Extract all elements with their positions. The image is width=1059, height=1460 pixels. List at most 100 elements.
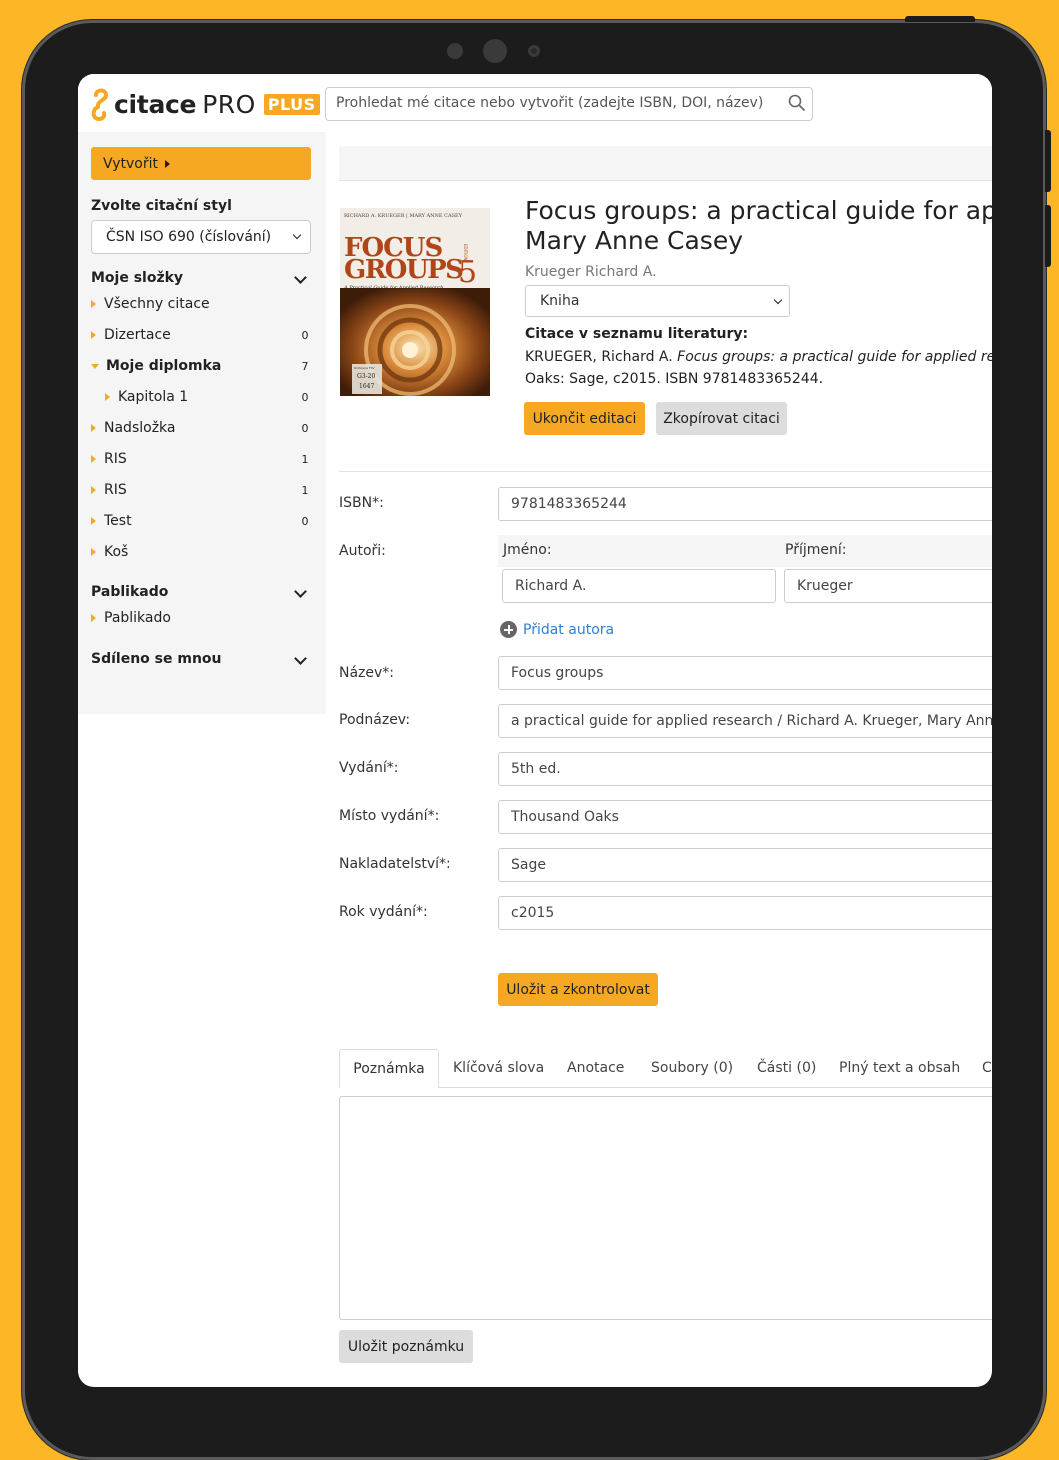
publisher-field[interactable]: Sage — [498, 848, 992, 882]
tab-parts[interactable]: Části (0) — [757, 1049, 816, 1087]
logo-mark-icon — [91, 88, 109, 122]
book-title-line1: Focus groups: a practical guide for appl — [525, 196, 992, 225]
author-last-name-field[interactable]: Krueger — [784, 569, 992, 603]
camera-sensor — [528, 45, 540, 57]
citation-prefix: KRUEGER, Richard A. — [525, 349, 678, 365]
document-type-select[interactable]: Kniha — [525, 285, 790, 317]
cover-edition: 5 — [458, 255, 478, 290]
authors-header: Jméno: Příjmení: — [498, 535, 992, 567]
tab-annotation[interactable]: Anotace — [567, 1049, 624, 1087]
folder-label: Pablikado — [104, 610, 171, 626]
author-first-name-field[interactable]: Richard A. — [502, 569, 776, 603]
chevron-down-icon[interactable] — [294, 652, 307, 665]
search-input[interactable] — [326, 88, 786, 118]
citation-title: Focus groups: a practical guide for appl… — [677, 349, 992, 365]
citation-style-select[interactable]: ČSN ISO 690 (číslování) — [91, 220, 311, 254]
tab-keywords[interactable]: Klíčová slova — [453, 1049, 544, 1087]
note-textarea[interactable] — [339, 1096, 992, 1320]
subtitle-field[interactable]: a practical guide for applied research /… — [498, 704, 992, 738]
camera-dot — [447, 43, 463, 59]
cover-subtitle: A Practical Guide for Applied Research — [344, 285, 444, 291]
book-author: Krueger Richard A. — [525, 264, 657, 280]
chevron-down-icon — [773, 295, 783, 305]
divider — [339, 471, 992, 472]
create-button[interactable]: Vytvořit — [91, 147, 311, 180]
folder-label: Dizertace — [104, 327, 171, 343]
add-circle-icon — [500, 621, 517, 638]
pablikado-item[interactable]: Pablikado — [91, 606, 311, 630]
power-button — [905, 16, 975, 22]
tab-more[interactable]: C — [982, 1049, 992, 1087]
folder-item[interactable]: Nadsložka 0 — [91, 416, 311, 440]
finish-edit-button[interactable]: Ukončit editaci — [524, 402, 645, 435]
tab-files[interactable]: Soubory (0) — [651, 1049, 733, 1087]
folder-expand-icon — [105, 393, 110, 401]
folder-label: RIS — [104, 482, 127, 498]
folder-label: Kapitola 1 — [118, 389, 189, 405]
edition-label: Vydání*: — [339, 760, 399, 776]
title-field[interactable]: Focus groups — [498, 656, 992, 690]
first-name-header: Jméno: — [503, 542, 552, 558]
book-title: Focus groups: a practical guide for appl… — [525, 196, 992, 256]
search-box — [325, 87, 813, 121]
copy-citation-button[interactable]: Zkopírovat citaci — [656, 402, 787, 435]
folder-item-all[interactable]: Všechny citace — [91, 292, 311, 316]
folder-expand-icon — [91, 331, 96, 339]
camera-lens — [483, 39, 507, 63]
folder-count: 0 — [301, 421, 309, 435]
year-field[interactable]: c2015 — [498, 896, 992, 930]
logo[interactable]: citace PRO PLUS — [90, 84, 320, 124]
folder-count: 0 — [301, 514, 309, 528]
folder-item-active[interactable]: Moje diplomka 7 — [91, 354, 311, 378]
folder-expand-icon — [91, 614, 96, 622]
edition-field[interactable]: 5th ed. — [498, 752, 992, 786]
cover-shelf-1: G3-20 — [357, 373, 376, 380]
folder-item[interactable]: RIS 1 — [91, 447, 311, 471]
book-title-line2: Mary Anne Casey — [525, 226, 744, 255]
folder-item[interactable]: RIS 1 — [91, 478, 311, 502]
folder-collapse-icon — [91, 364, 99, 369]
folder-expand-icon — [91, 300, 96, 308]
chevron-down-icon[interactable] — [294, 271, 307, 284]
place-field[interactable]: Thousand Oaks — [498, 800, 992, 834]
folder-item[interactable]: Test 0 — [91, 509, 311, 533]
folder-label: Moje diplomka — [106, 358, 222, 374]
citation-style-value: ČSN ISO 690 (číslování) — [106, 229, 272, 245]
tab-note[interactable]: Poznámka — [339, 1049, 439, 1088]
search-icon[interactable] — [788, 94, 806, 112]
chevron-down-icon[interactable] — [294, 585, 307, 598]
place-label: Místo vydání*: — [339, 808, 440, 824]
sidebar: Vytvořit Zvolte citační styl ČSN ISO 690… — [78, 132, 326, 714]
folder-count: 0 — [301, 390, 309, 404]
chevron-down-icon — [292, 230, 302, 240]
cover-shelf-top: Knihovna FSV — [354, 366, 375, 370]
tab-fulltext[interactable]: Plný text a obsah — [839, 1049, 960, 1087]
year-label: Rok vydání*: — [339, 904, 428, 920]
shared-heading[interactable]: Sdíleno se mnou — [91, 651, 222, 667]
isbn-field[interactable]: 9781483365244 — [498, 487, 992, 521]
detail-tabs: Poznámka Klíčová slova Anotace Soubory (… — [339, 1049, 992, 1088]
citation-rest: Oaks: Sage, c2015. ISBN 9781483365244. — [525, 371, 824, 387]
authors-label: Autoři: — [339, 543, 386, 559]
volume-down-button — [1045, 205, 1051, 267]
title-label: Název*: — [339, 665, 395, 681]
save-and-check-button[interactable]: Uložit a zkontrolovat — [498, 973, 658, 1006]
add-author-label: Přidat autora — [523, 621, 615, 638]
folder-item[interactable]: Dizertace 0 — [91, 323, 311, 347]
folder-expand-icon — [91, 486, 96, 494]
folder-item-trash[interactable]: Koš — [91, 540, 311, 564]
top-bar: citace PRO PLUS — [78, 74, 992, 132]
save-note-button[interactable]: Uložit poznámku — [339, 1330, 473, 1363]
subfolder-item[interactable]: Kapitola 1 0 — [105, 385, 311, 409]
cover-edition-word: EDITION — [463, 244, 468, 261]
folder-expand-icon — [91, 424, 96, 432]
caret-right-icon — [164, 159, 170, 168]
cover-shelf-2: 1647 — [359, 383, 375, 390]
create-button-label: Vytvořit — [103, 155, 158, 172]
book-cover-image[interactable]: RICHARD A. KRUEGER | MARY ANNE CASEY FOC… — [340, 208, 490, 396]
citation-style-heading: Zvolte citační styl — [91, 198, 232, 214]
my-folders-heading[interactable]: Moje složky — [91, 270, 183, 286]
folder-label: Test — [104, 513, 132, 529]
add-author-link[interactable]: Přidat autora — [500, 621, 614, 638]
pablikado-heading[interactable]: Pablikado — [91, 584, 168, 600]
